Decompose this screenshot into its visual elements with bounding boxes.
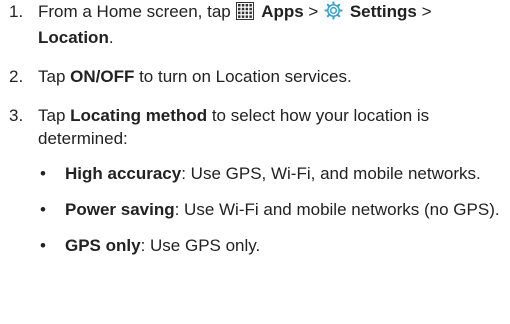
separator: > <box>416 2 432 21</box>
apps-label: Apps <box>261 2 304 21</box>
option-power-saving: • Power saving: Use Wi-Fi and mobile net… <box>38 198 510 221</box>
option-term: High accuracy <box>65 164 182 183</box>
step-3: 3. Tap Locating method to select how you… <box>0 104 510 257</box>
bullet-dot: • <box>40 236 46 255</box>
separator: > <box>303 2 324 21</box>
step-2: 2. Tap ON/OFF to turn on Location servic… <box>0 65 510 88</box>
option-desc: : Use GPS, Wi-Fi, and mobile networks. <box>181 164 481 183</box>
apps-grid-icon <box>236 2 255 26</box>
locating-options-list: • High accuracy: Use GPS, Wi-Fi, and mob… <box>38 162 510 257</box>
step-text: . <box>108 28 114 47</box>
onoff-label: ON/OFF <box>70 67 135 86</box>
option-term: Power saving <box>65 200 175 219</box>
instructions-page: 1. From a Home screen, tap Apps > Settin… <box>0 0 510 324</box>
settings-gear-icon <box>324 1 343 26</box>
step-number: 3. <box>9 106 24 125</box>
step-text: From a Home screen, tap <box>38 2 236 21</box>
option-desc: : Use GPS only. <box>140 236 261 255</box>
option-desc: : Use Wi-Fi and mobile networks (no GPS)… <box>174 200 500 219</box>
locating-method-label: Locating method <box>70 106 208 125</box>
settings-label: Settings <box>349 2 417 21</box>
steps-list: 1. From a Home screen, tap Apps > Settin… <box>0 0 510 257</box>
step-1: 1. From a Home screen, tap Apps > Settin… <box>0 0 510 49</box>
step-number: 1. <box>9 2 24 21</box>
step-text: Tap <box>38 106 71 125</box>
step-text: Tap <box>38 67 71 86</box>
option-gps-only: • GPS only: Use GPS only. <box>38 234 510 257</box>
step-number: 2. <box>9 67 24 86</box>
step-text: to turn on Location services. <box>134 67 352 86</box>
bullet-dot: • <box>40 164 46 183</box>
option-term: GPS only <box>65 236 141 255</box>
option-high-accuracy: • High accuracy: Use GPS, Wi-Fi, and mob… <box>38 162 510 185</box>
location-label: Location <box>38 28 109 47</box>
bullet-dot: • <box>40 200 46 219</box>
